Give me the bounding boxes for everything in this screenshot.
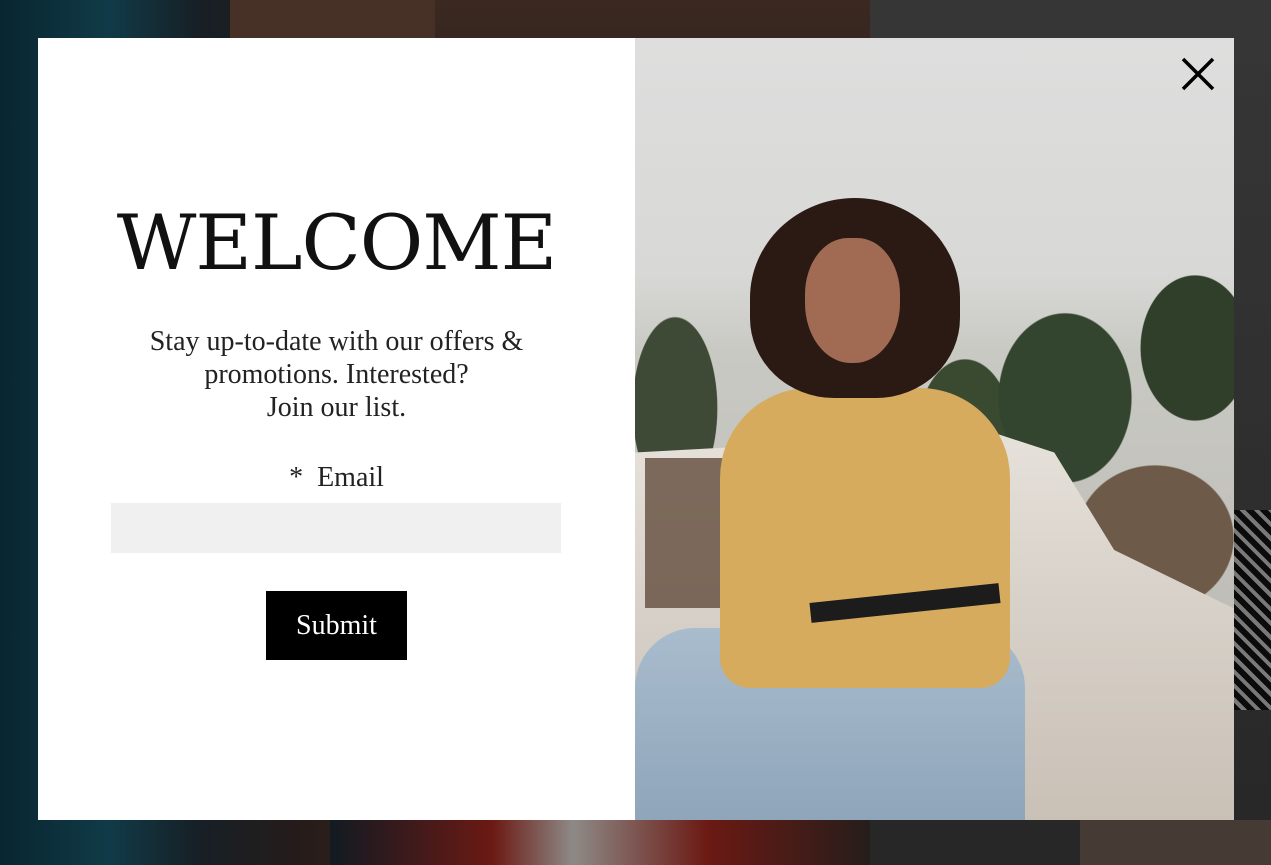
close-button[interactable] (1180, 56, 1216, 92)
subtitle-line: Join our list. (266, 392, 407, 423)
photo-person-sweater (720, 388, 1010, 688)
email-label: * Email (38, 462, 635, 494)
subtitle-line: promotions. Interested? (204, 359, 469, 390)
photo-person-face (805, 238, 900, 363)
email-field[interactable] (111, 503, 561, 553)
subtitle-line: Stay up-to-date with our offers & (149, 326, 524, 357)
email-label-text: Email (317, 462, 384, 493)
popup-title: WELCOME (116, 198, 557, 287)
required-marker: * (289, 462, 304, 493)
close-icon (1180, 56, 1216, 92)
newsletter-popup: WELCOME Stay up-to-date with our offers … (38, 38, 1234, 820)
popup-photo (635, 38, 1234, 820)
submit-button[interactable]: Submit (266, 591, 407, 660)
popup-subtitle: Stay up-to-date with our offers & promot… (38, 325, 635, 424)
signup-form-panel: WELCOME Stay up-to-date with our offers … (38, 38, 635, 820)
